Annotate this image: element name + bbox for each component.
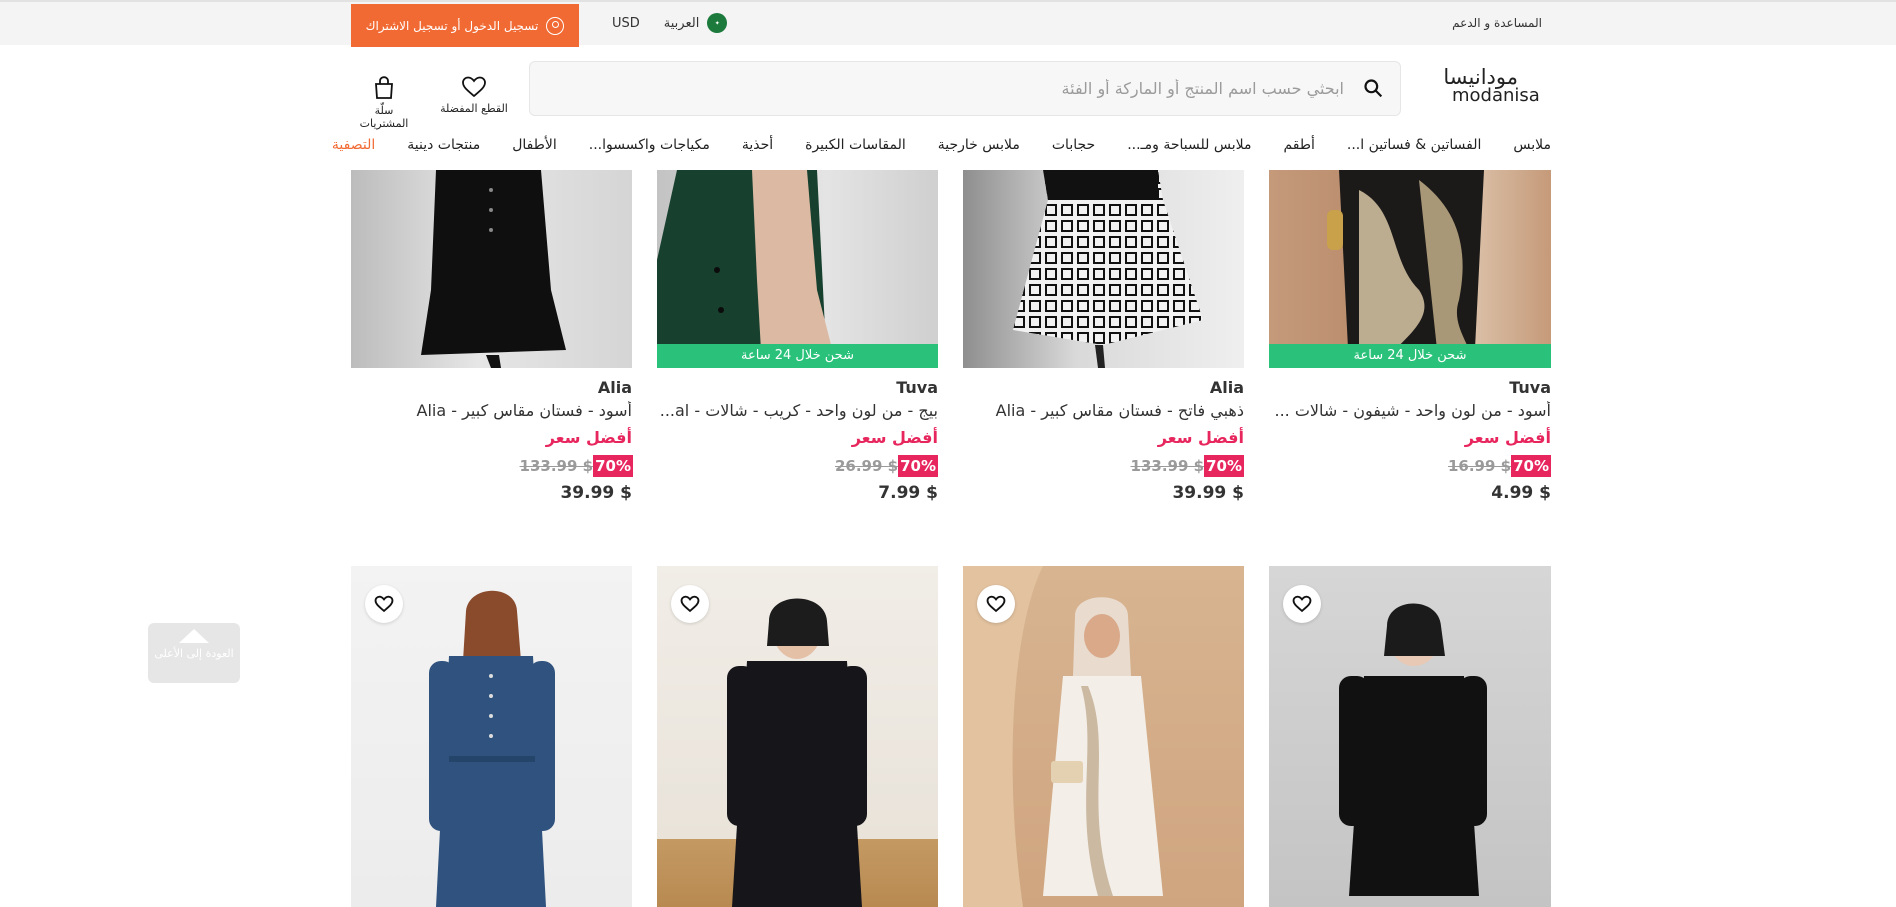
page: المساعدة و الدعم USD العربية ✦ تسجيل الد… — [0, 0, 1896, 907]
heart-icon — [462, 76, 486, 98]
product-image[interactable] — [963, 566, 1244, 907]
model-illustration — [421, 170, 566, 368]
search-icon[interactable] — [1363, 78, 1383, 98]
product-name[interactable]: ذهبي فاتح - فستان مقاس كبير - Alia — [962, 401, 1244, 420]
model-illustration — [1013, 170, 1203, 368]
favorites-button[interactable]: القطع المفضلة — [439, 76, 509, 115]
discount-badge: 70% — [1511, 455, 1551, 477]
product-image[interactable]: شحن خلال 24 ساعة — [657, 170, 938, 368]
product-price: 39.99 $ — [1172, 483, 1244, 503]
old-price-row: 26.99 $ 70% — [656, 455, 938, 477]
add-to-favorites-button[interactable] — [977, 585, 1015, 623]
fast-shipping-badge: شحن خلال 24 ساعة — [657, 344, 938, 368]
product-card[interactable] — [351, 566, 633, 907]
nav-item-sets[interactable]: أطقم — [1267, 137, 1330, 153]
product-price: 7.99 $ — [878, 483, 938, 503]
category-nav: ملابس الفساتين & فساتين ا... أطقم ملابس … — [332, 137, 1551, 153]
top-strip: المساعدة و الدعم USD العربية ✦ تسجيل الد… — [0, 0, 1896, 47]
model-illustration — [1327, 170, 1484, 368]
nav-item-shoes[interactable]: أحذية — [726, 137, 789, 153]
nav-item-clothing[interactable]: ملابس — [1497, 137, 1551, 153]
product-card[interactable] — [1269, 566, 1551, 907]
nav-item-outerwear[interactable]: ملابس خارجية — [922, 137, 1036, 153]
product-brand: Tuva — [896, 378, 938, 397]
product-image[interactable] — [351, 566, 632, 907]
nav-item-hijabs[interactable]: حجابات — [1036, 137, 1111, 153]
arrow-up-icon — [179, 629, 209, 643]
back-to-top-button[interactable]: العودة إلى الأعلى — [148, 623, 240, 683]
logo-english: modanisa — [1452, 85, 1540, 106]
old-price: 133.99 $ — [1130, 457, 1205, 475]
search-input[interactable] — [644, 62, 1344, 115]
login-register-button[interactable]: تسجيل الدخول أو تسجيل الاشتراك — [351, 4, 579, 47]
product-image[interactable] — [963, 170, 1244, 368]
cart-label: سلّة المشتريات — [359, 104, 409, 130]
nav-item-religious[interactable]: منتجات دينية — [391, 137, 496, 153]
heart-icon — [680, 595, 700, 613]
product-name[interactable]: أسود - فستان مقاس كبير - Alia — [350, 401, 633, 420]
product-image[interactable] — [1269, 566, 1551, 907]
product-image[interactable] — [657, 566, 938, 907]
add-to-favorites-button[interactable] — [671, 585, 709, 623]
language-label: العربية — [663, 15, 700, 31]
login-label: تسجيل الدخول أو تسجيل الاشتراك — [365, 18, 539, 33]
product-name[interactable]: أسود - من لون واحد - شيفون - شالات ... — [1269, 401, 1551, 420]
best-price-label: أفضل سعر — [1157, 428, 1244, 447]
old-price-row: 16.99 $ 70% — [1269, 455, 1551, 477]
discount-badge: 70% — [593, 455, 633, 477]
old-price: 133.99 $ — [519, 457, 594, 475]
heart-icon — [374, 595, 394, 613]
product-card[interactable] — [657, 566, 939, 907]
nav-item-swimwear[interactable]: ملابس للسباحة ومـ... — [1111, 137, 1267, 153]
product-price: 4.99 $ — [1491, 483, 1551, 503]
product-brand: Alia — [1209, 378, 1244, 397]
discount-badge: 70% — [898, 455, 938, 477]
nav-item-makeup-accessories[interactable]: مكياجات واكسسوا... — [573, 137, 726, 153]
old-price-row: 133.99 $ 70% — [351, 455, 633, 477]
product-brand: Tuva — [1509, 378, 1551, 397]
product-name[interactable]: بيج - من لون واحد - كريب - شالات - al... — [656, 401, 938, 420]
best-price-label: أفضل سعر — [851, 428, 938, 447]
product-card[interactable] — [963, 566, 1245, 907]
heart-icon — [986, 595, 1006, 613]
product-image[interactable] — [351, 170, 632, 368]
best-price-label: أفضل سعر — [545, 428, 632, 447]
nav-item-sale[interactable]: التصفية — [332, 137, 391, 153]
language-currency-selector[interactable]: USD العربية ✦ — [612, 13, 728, 33]
cart-button[interactable]: سلّة المشتريات — [349, 76, 419, 130]
add-to-favorites-button[interactable] — [1283, 585, 1321, 623]
user-icon — [546, 16, 565, 35]
old-price-row: 133.99 $ 70% — [962, 455, 1244, 477]
nav-item-plus-size[interactable]: المقاسات الكبيرة — [789, 137, 922, 153]
shopping-bag-icon — [375, 76, 393, 99]
favorites-label: القطع المفضلة — [440, 102, 508, 115]
nav-item-kids[interactable]: الأطفال — [496, 137, 573, 153]
help-link[interactable]: المساعدة و الدعم — [1452, 16, 1542, 30]
nav-item-dresses[interactable]: الفساتين & فساتين ا... — [1331, 137, 1498, 153]
old-price: 26.99 $ — [834, 457, 899, 475]
product-image[interactable]: شحن خلال 24 ساعة — [1269, 170, 1551, 368]
currency-label: USD — [612, 15, 640, 31]
discount-badge: 70% — [1204, 455, 1244, 477]
old-price: 16.99 $ — [1447, 457, 1512, 475]
product-price: 39.99 $ — [560, 483, 632, 503]
saudi-flag-icon: ✦ — [707, 13, 728, 33]
product-brand: Alia — [597, 378, 632, 397]
best-price-label: أفضل سعر — [1464, 428, 1551, 447]
heart-icon — [1292, 595, 1312, 613]
model-illustration — [657, 170, 837, 368]
back-to-top-label: العودة إلى الأعلى — [154, 647, 234, 660]
add-to-favorites-button[interactable] — [365, 585, 403, 623]
fast-shipping-badge: شحن خلال 24 ساعة — [1269, 344, 1551, 368]
search-box — [529, 61, 1401, 116]
logo[interactable]: مودانيسا modanisa — [1443, 67, 1540, 106]
